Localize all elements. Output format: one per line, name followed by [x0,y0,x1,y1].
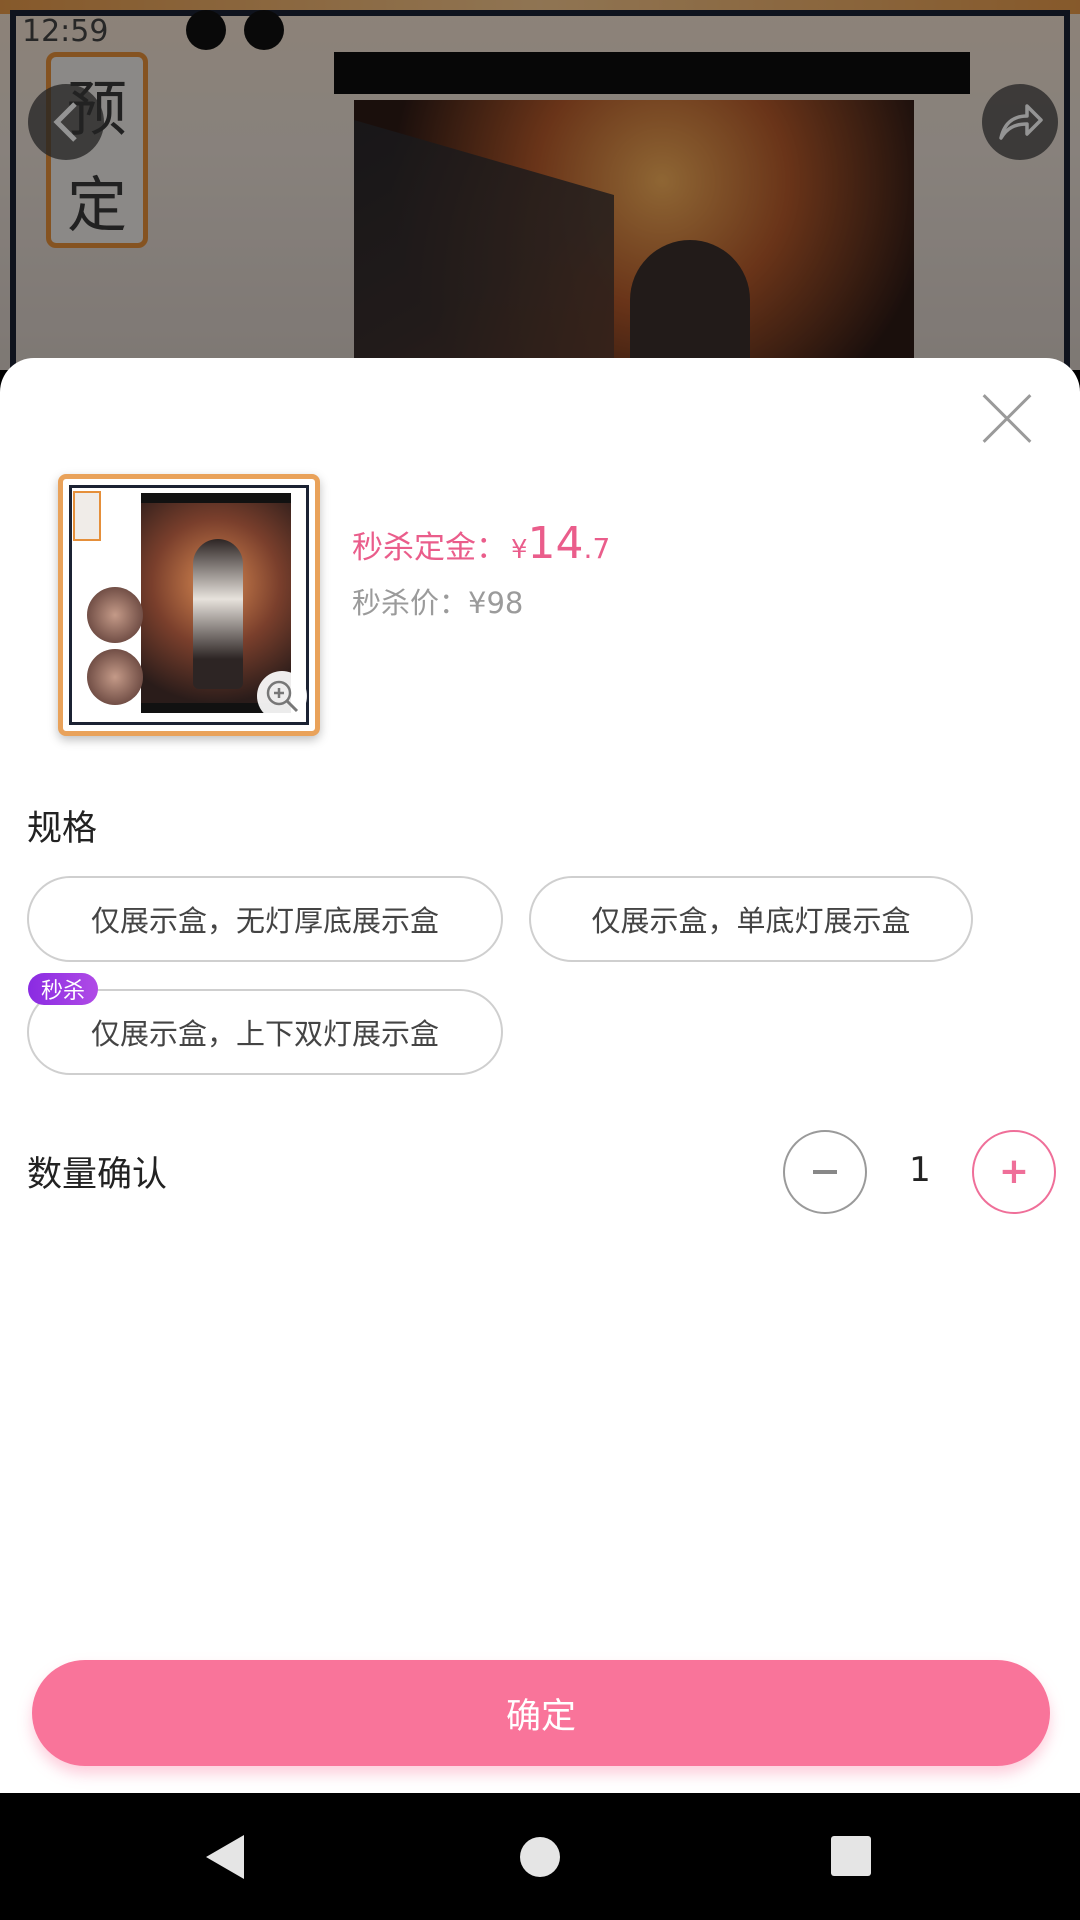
currency-symbol: ¥ [511,535,528,565]
quantity-value: 1 [909,1150,931,1190]
quantity-decrease-button[interactable] [783,1130,867,1214]
deposit-label: 秒杀定金： [352,530,507,566]
quantity-increase-button[interactable]: + [972,1130,1056,1214]
spec-title: 规格 [27,809,98,849]
nav-recents-icon[interactable] [831,1836,871,1876]
flash-deposit-price: 秒杀定金： ¥14.7 [352,518,610,569]
spec-selection-sheet: 秒杀定金： ¥14.7 秒杀价：¥98 规格 仅展示盒，无灯厚底展示盒 仅展示盒，… [0,358,1080,1793]
nav-home-icon[interactable] [520,1837,560,1877]
system-navigation-bar [0,1793,1080,1920]
close-icon[interactable] [982,394,1032,444]
confirm-button[interactable]: 确定 [32,1660,1050,1766]
product-thumbnail[interactable] [58,474,320,736]
spec-option-single-light[interactable]: 仅展示盒，单底灯展示盒 [529,876,973,962]
thumbnail-figure [193,539,243,689]
plus-icon: + [998,1151,1030,1192]
flash-sale-tag: 秒杀 [28,973,98,1005]
minus-icon [813,1170,837,1174]
spec-option-no-light[interactable]: 仅展示盒，无灯厚底展示盒 [27,876,503,962]
zoom-in-icon[interactable] [257,671,307,721]
spec-option-dual-light[interactable]: 仅展示盒，上下双灯展示盒 [27,989,503,1075]
thumbnail-detail-circle [87,649,143,705]
flash-sale-price: 秒杀价：¥98 [352,586,524,620]
thumbnail-detail-circle [87,587,143,643]
price-integer: 14 [527,518,584,569]
quantity-label: 数量确认 [27,1155,168,1195]
price-decimal: .7 [583,532,611,565]
thumbnail-badge [73,491,101,541]
nav-back-icon[interactable] [206,1835,244,1879]
magnifier-plus-icon [266,680,299,713]
